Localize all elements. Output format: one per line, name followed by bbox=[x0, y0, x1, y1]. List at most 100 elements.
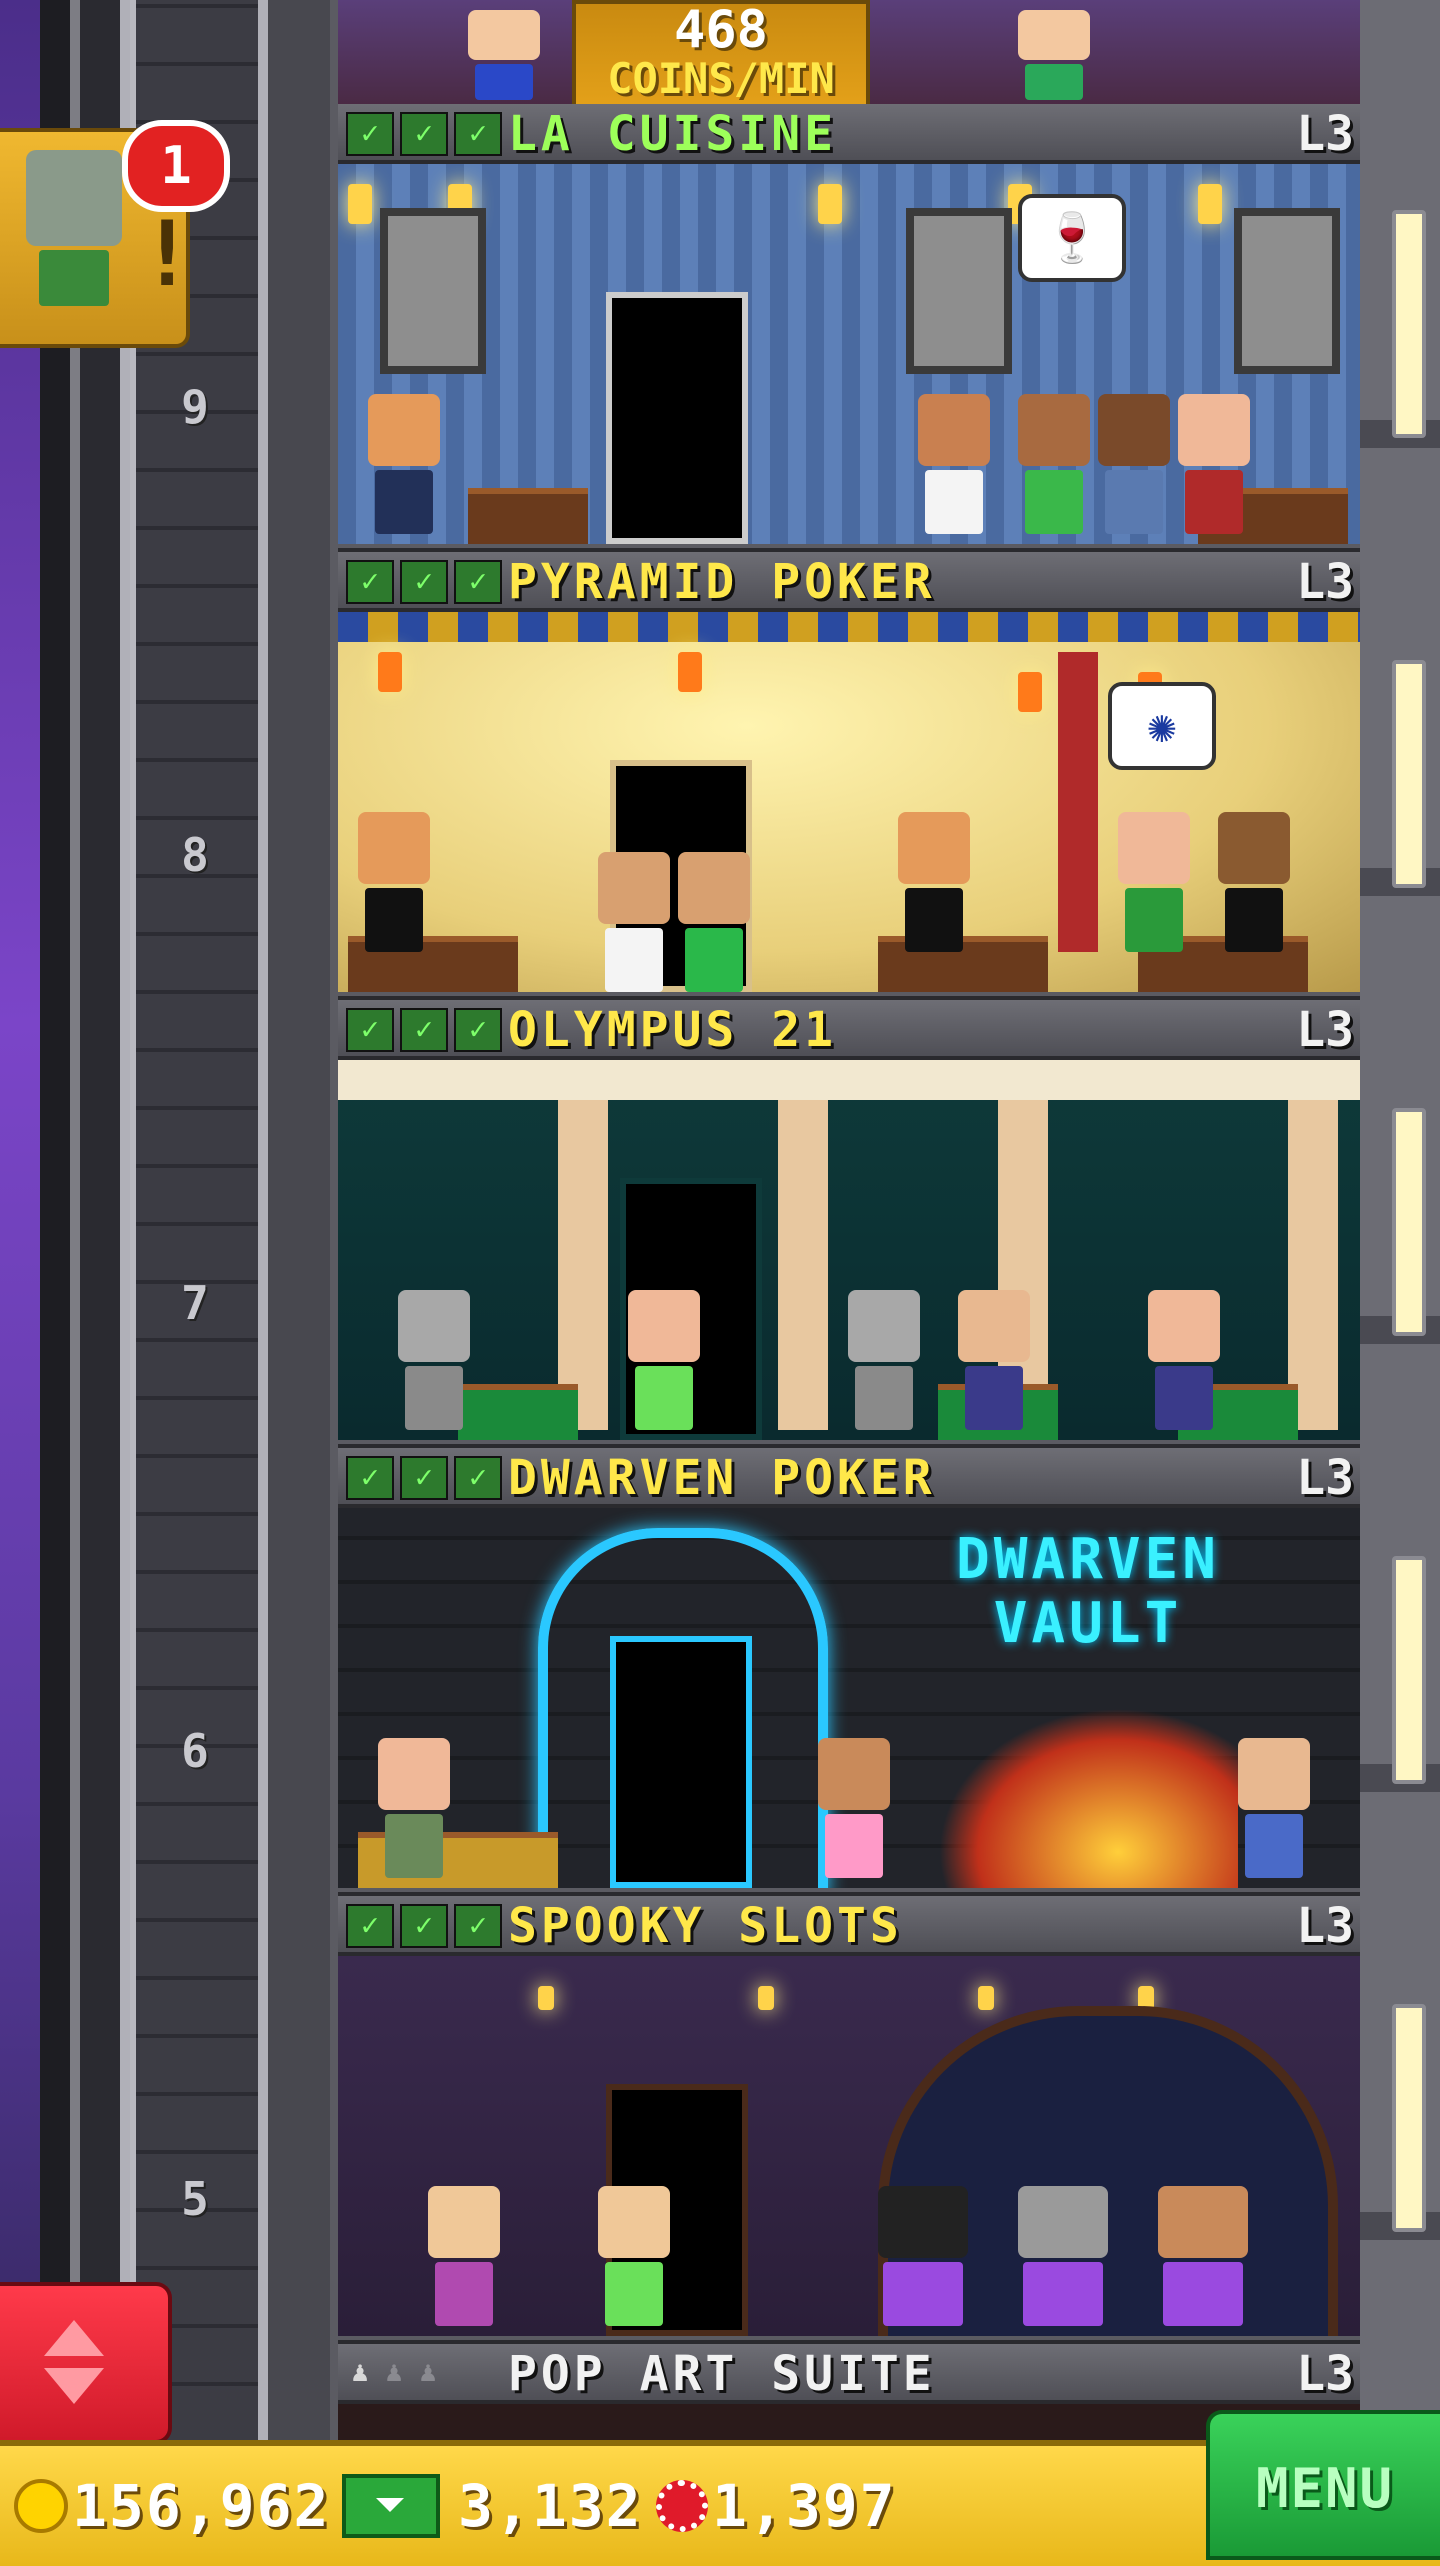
check-icon: ✓ bbox=[346, 560, 394, 604]
red-pillar bbox=[1058, 652, 1098, 952]
floor-banner[interactable]: ✓ ✓ ✓ PYRAMID POKER L3 bbox=[338, 552, 1360, 612]
blackjack-table bbox=[458, 1384, 578, 1440]
bux-value: 3,132 bbox=[458, 2472, 643, 2540]
slot-machine[interactable] bbox=[1158, 2186, 1248, 2326]
dealer-worker[interactable] bbox=[1218, 812, 1290, 952]
check-icon: ✓ bbox=[454, 1456, 502, 1500]
floor-banner[interactable]: ♟ ♟ ♟ POP ART SUITE L3 bbox=[338, 2344, 1360, 2404]
sconce-lamp bbox=[1198, 184, 1222, 224]
dealer-worker[interactable] bbox=[358, 812, 430, 952]
visitor[interactable] bbox=[1018, 394, 1090, 534]
bux-stat[interactable]: 3,132 bbox=[342, 2472, 643, 2540]
egyptian-frieze bbox=[338, 612, 1360, 642]
dealer-worker[interactable] bbox=[898, 812, 970, 952]
statue bbox=[848, 1290, 920, 1430]
visitor-notification[interactable]: ! 1 bbox=[0, 120, 230, 348]
visitor[interactable] bbox=[1118, 812, 1190, 952]
dwarf-visitor[interactable] bbox=[1238, 1738, 1310, 1878]
slot-machine[interactable] bbox=[878, 2186, 968, 2326]
candle bbox=[538, 1986, 554, 2010]
check-icon: ✓ bbox=[346, 1008, 394, 1052]
poker-chip-icon[interactable]: ✺ bbox=[1108, 682, 1216, 770]
room-interior[interactable]: ✺ bbox=[338, 612, 1360, 992]
floor-level: L3 bbox=[1296, 1002, 1354, 1058]
floor-banner[interactable]: ✓ ✓ ✓ OLYMPUS 21 L3 bbox=[338, 1000, 1360, 1060]
floor-level: L3 bbox=[1296, 1450, 1354, 1506]
check-icon: ✓ bbox=[346, 1456, 394, 1500]
room-interior[interactable]: DWARVEN VAULT bbox=[338, 1508, 1360, 1888]
floor-level: L3 bbox=[1296, 2346, 1354, 2402]
coins-value: 156,962 bbox=[72, 2472, 331, 2540]
visitor[interactable] bbox=[1178, 394, 1250, 534]
elevator-button[interactable] bbox=[0, 2282, 172, 2444]
sconce-lamp bbox=[818, 184, 842, 224]
room-interior[interactable]: 🍷 bbox=[338, 164, 1360, 544]
dealer-worker[interactable] bbox=[378, 1738, 450, 1878]
floor-level: L3 bbox=[1296, 554, 1354, 610]
floor-number-7: 7 bbox=[181, 1276, 209, 1330]
dwarven-vault-sign: DWARVEN VAULT bbox=[955, 1527, 1220, 1656]
greek-column bbox=[558, 1100, 608, 1430]
visitor[interactable] bbox=[678, 852, 750, 992]
visitor[interactable] bbox=[628, 1290, 700, 1430]
dealer-worker[interactable] bbox=[1148, 1290, 1220, 1430]
visitor[interactable] bbox=[468, 10, 540, 100]
candle bbox=[978, 1986, 994, 2010]
picture-frame bbox=[906, 208, 1012, 374]
coins-stat[interactable]: 156,962 bbox=[14, 2472, 330, 2540]
check-icon: ✓ bbox=[400, 1904, 448, 1948]
stock-checks: ✓ ✓ ✓ bbox=[346, 1008, 502, 1052]
floor-name: POP ART SUITE bbox=[508, 2346, 936, 2402]
visitor[interactable] bbox=[1018, 10, 1090, 100]
person-empty-icon: ♟ bbox=[419, 2355, 437, 2388]
floor-banner[interactable]: ✓ ✓ ✓ LA CUISINE L3 bbox=[338, 104, 1360, 164]
check-icon: ✓ bbox=[400, 1456, 448, 1500]
picture-frame bbox=[380, 208, 486, 374]
coins-per-min-label: COINS/MIN bbox=[607, 54, 835, 103]
check-icon: ✓ bbox=[454, 1904, 502, 1948]
menu-button[interactable]: MENU bbox=[1206, 2410, 1440, 2560]
chef-worker[interactable] bbox=[918, 394, 990, 534]
check-icon: ✓ bbox=[454, 560, 502, 604]
floor-pyramid-poker[interactable]: ✓ ✓ ✓ PYRAMID POKER L3 ✺ bbox=[338, 552, 1360, 1000]
check-icon: ✓ bbox=[346, 1904, 394, 1948]
floor-banner[interactable]: ✓ ✓ ✓ SPOOKY SLOTS L3 bbox=[338, 1896, 1360, 1956]
floor-la-cuisine[interactable]: ✓ ✓ ✓ LA CUISINE L3 🍷 bbox=[338, 104, 1360, 552]
room-interior[interactable] bbox=[338, 1060, 1360, 1440]
alert-mark: ! bbox=[140, 202, 195, 307]
visitor[interactable] bbox=[1098, 394, 1170, 534]
floor-number-9: 9 bbox=[181, 380, 209, 434]
elevator-shaft-bricks bbox=[136, 0, 266, 2440]
dealer-worker[interactable] bbox=[428, 2186, 500, 2326]
stock-checks: ✓ ✓ ✓ bbox=[346, 1904, 502, 1948]
visitor[interactable] bbox=[598, 2186, 670, 2326]
floor-spooky-slots[interactable]: ✓ ✓ ✓ SPOOKY SLOTS L3 bbox=[338, 1896, 1360, 2344]
window-light bbox=[1392, 1108, 1426, 1336]
floor-dwarven-poker[interactable]: ✓ ✓ ✓ DWARVEN POKER L3 DWARVEN VAULT bbox=[338, 1448, 1360, 1896]
greek-column bbox=[778, 1100, 828, 1430]
floor-name: DWARVEN POKER bbox=[508, 1450, 936, 1506]
chips-stat[interactable]: 1,397 bbox=[656, 2472, 897, 2540]
dining-table bbox=[468, 488, 588, 544]
wine-glass-icon[interactable]: 🍷 bbox=[1018, 194, 1126, 282]
room-interior[interactable] bbox=[338, 1956, 1360, 2336]
bellhop-worker[interactable] bbox=[368, 394, 440, 534]
fire-brazier bbox=[678, 652, 702, 692]
floor-olympus-21[interactable]: ✓ ✓ ✓ OLYMPUS 21 L3 bbox=[338, 1000, 1360, 1448]
elevator-rail-right bbox=[258, 0, 268, 2440]
check-icon: ✓ bbox=[400, 560, 448, 604]
dragon-on-gold bbox=[938, 1708, 1238, 1888]
coins-per-min-sign: 468 COINS/MIN bbox=[572, 0, 870, 116]
slot-machine[interactable] bbox=[1018, 2186, 1108, 2326]
stock-checks: ✓ ✓ ✓ bbox=[346, 112, 502, 156]
visitor[interactable] bbox=[818, 1738, 890, 1878]
floor-level: L3 bbox=[1296, 106, 1354, 162]
floor-banner[interactable]: ✓ ✓ ✓ DWARVEN POKER L3 bbox=[338, 1448, 1360, 1508]
person-empty-icon: ♟ bbox=[385, 2355, 403, 2388]
room-door bbox=[606, 292, 748, 544]
visitor[interactable] bbox=[598, 852, 670, 992]
casino-chip-icon bbox=[656, 2480, 708, 2532]
check-icon: ✓ bbox=[346, 112, 394, 156]
floor-number-5: 5 bbox=[181, 2172, 209, 2226]
dealer-worker[interactable] bbox=[958, 1290, 1030, 1430]
